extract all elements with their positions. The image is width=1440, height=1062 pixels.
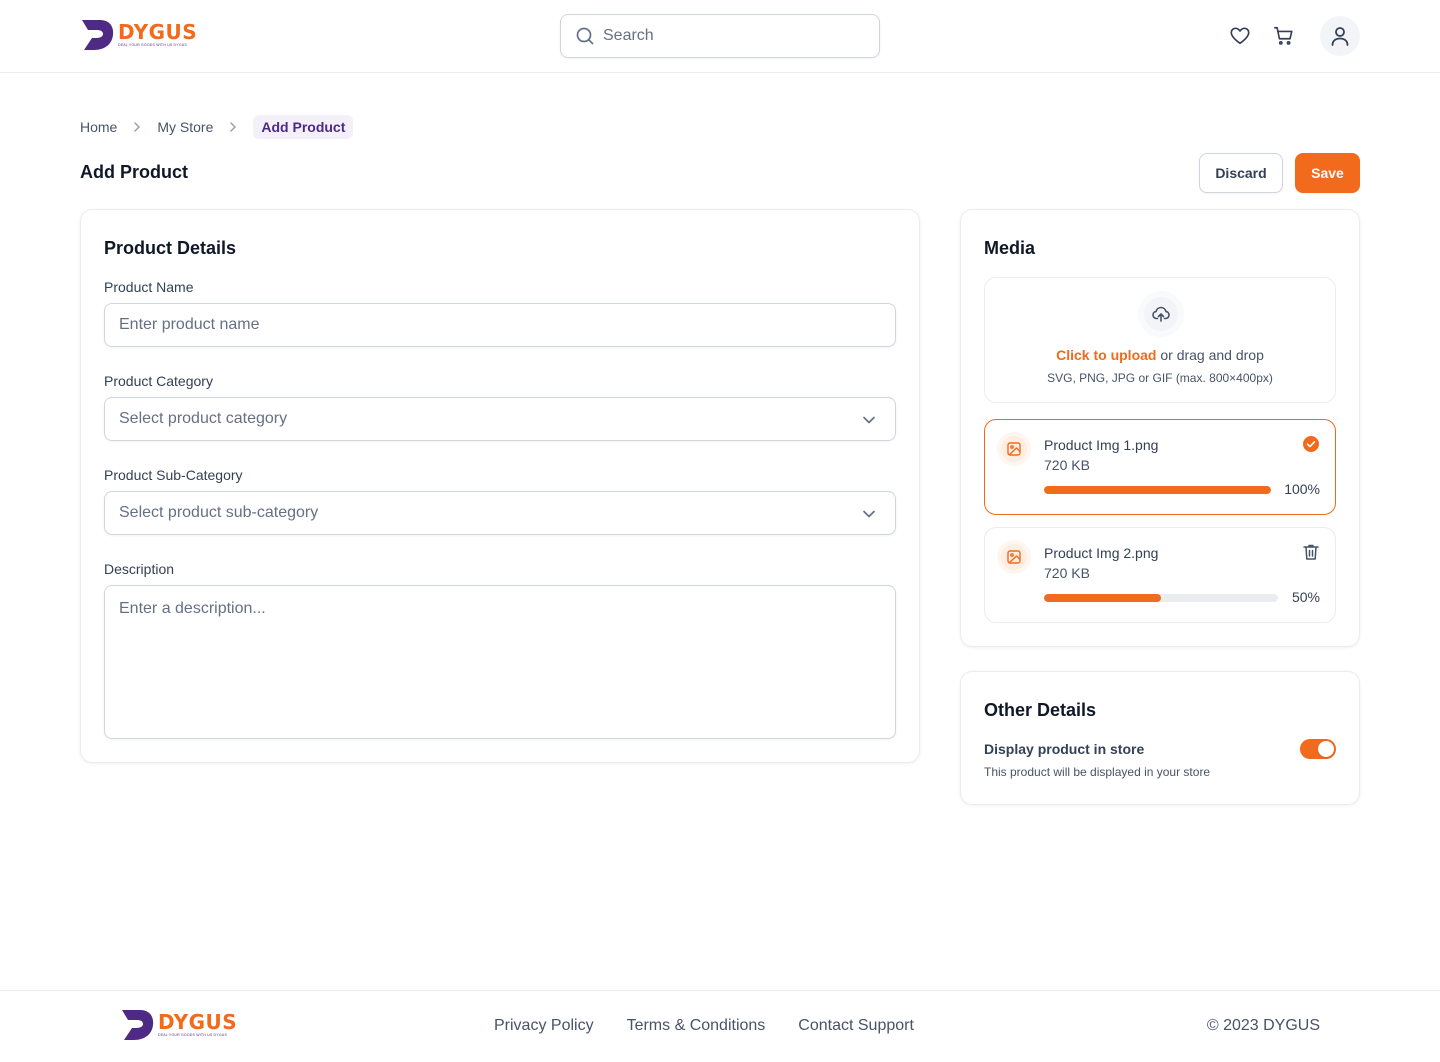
- product-sub-category-select[interactable]: Select product sub-category: [104, 491, 896, 535]
- upload-complete-check-icon: [1301, 434, 1321, 454]
- upload-progress-fill: [1044, 486, 1271, 494]
- cart-icon: [1274, 26, 1293, 45]
- search-bar[interactable]: [560, 14, 880, 58]
- upload-progress-fill: [1044, 594, 1161, 602]
- display-in-store-hint: This product will be displayed in your s…: [984, 765, 1211, 779]
- display-in-store-toggle[interactable]: [1300, 739, 1336, 759]
- footer-links: Privacy Policy Terms & Conditions Contac…: [494, 1017, 914, 1035]
- contact-support-link[interactable]: Contact Support: [798, 1017, 914, 1035]
- upload-hint: SVG, PNG, JPG or GIF (max. 800×400px): [1047, 371, 1273, 385]
- upload-dropzone[interactable]: Click to upload or drag and drop SVG, PN…: [984, 277, 1336, 403]
- chevron-down-icon: [863, 416, 875, 424]
- page-title: Add Product: [80, 162, 188, 182]
- other-details-card: Other Details Display product in store T…: [960, 671, 1360, 805]
- upload-progress-percent: 50%: [1291, 589, 1320, 605]
- toggle-knob: [1318, 741, 1334, 757]
- product-name-field[interactable]: [104, 303, 896, 347]
- file-item[interactable]: Product Img 2.png 720 KB 50%: [984, 527, 1336, 623]
- top-header: DYGUS DEAL YOUR GOODS WITH US DYGUS: [0, 0, 1440, 73]
- description-textarea[interactable]: [119, 600, 881, 720]
- product-category-placeholder: Select product category: [119, 410, 288, 427]
- logo-mark-icon: [82, 20, 114, 50]
- product-category-label: Product Category: [104, 373, 213, 389]
- logo-wordmark: DYGUS: [158, 1010, 238, 1035]
- media-card: Media Click to upload or drag and drop S…: [960, 209, 1360, 647]
- product-name-label: Product Name: [104, 279, 194, 295]
- file-name: Product Img 2.png: [1044, 545, 1159, 561]
- other-details-title: Other Details: [984, 700, 1097, 720]
- heart-icon: [1230, 27, 1250, 45]
- upload-progress-bar: [1044, 486, 1271, 494]
- upload-cloud-icon: [1138, 291, 1184, 337]
- product-sub-category-label: Product Sub-Category: [104, 467, 243, 483]
- search-icon: [576, 27, 594, 45]
- file-item[interactable]: Product Img 1.png 720 KB 100%: [984, 419, 1336, 515]
- breadcrumb-home[interactable]: Home: [80, 115, 117, 139]
- footer-dygus-logo[interactable]: DYGUS DEAL YOUR GOODS WITH US DYGUS: [120, 1009, 237, 1041]
- privacy-policy-link[interactable]: Privacy Policy: [494, 1017, 594, 1035]
- drag-drop-text: or drag and drop: [1156, 347, 1264, 363]
- upload-progress-bar: [1044, 594, 1278, 602]
- product-details-title: Product Details: [104, 238, 237, 258]
- breadcrumb: Home My Store Add Product: [80, 113, 354, 141]
- trash-icon: [1303, 544, 1319, 560]
- display-in-store-label: Display product in store: [984, 741, 1145, 757]
- product-name-input[interactable]: [119, 316, 881, 334]
- copyright-text: © 2023 DYGUS: [1206, 1017, 1320, 1034]
- image-file-icon: [997, 432, 1031, 466]
- file-name: Product Img 1.png: [1044, 437, 1159, 453]
- file-size: 720 KB: [1044, 565, 1090, 581]
- save-button[interactable]: Save: [1295, 153, 1360, 193]
- image-file-icon: [997, 540, 1031, 574]
- logo-tagline: DEAL YOUR GOODS WITH US DYGUS: [118, 43, 188, 48]
- logo-tagline: DEAL YOUR GOODS WITH US DYGUS: [158, 1033, 228, 1038]
- product-details-card: Product Details Product Name Product Cat…: [80, 209, 920, 763]
- logo-mark-icon: [122, 1010, 154, 1040]
- wishlist-button[interactable]: [1228, 24, 1252, 48]
- search-input[interactable]: [603, 27, 843, 45]
- footer: DYGUS DEAL YOUR GOODS WITH US DYGUS Priv…: [0, 990, 1440, 1062]
- chevron-right-icon: [225, 119, 241, 135]
- upload-progress-percent: 100%: [1284, 481, 1320, 497]
- dygus-logo[interactable]: DYGUS DEAL YOUR GOODS WITH US DYGUS: [80, 19, 197, 51]
- discard-button[interactable]: Discard: [1199, 153, 1283, 193]
- logo-wordmark: DYGUS: [118, 20, 198, 45]
- delete-file-button[interactable]: [1301, 542, 1321, 562]
- file-size: 720 KB: [1044, 457, 1090, 473]
- product-sub-category-placeholder: Select product sub-category: [119, 504, 319, 521]
- cart-button[interactable]: [1272, 24, 1296, 48]
- description-label: Description: [104, 561, 175, 577]
- breadcrumb-my-store[interactable]: My Store: [157, 115, 213, 139]
- click-to-upload-link[interactable]: Click to upload: [1056, 347, 1156, 363]
- user-avatar-button[interactable]: [1320, 16, 1360, 56]
- product-category-select[interactable]: Select product category: [104, 397, 896, 441]
- breadcrumb-add-product[interactable]: Add Product: [253, 115, 354, 139]
- user-icon: [1331, 27, 1349, 46]
- media-title: Media: [984, 238, 1036, 258]
- terms-conditions-link[interactable]: Terms & Conditions: [627, 1017, 766, 1035]
- upload-instructions: Click to upload or drag and drop: [985, 347, 1335, 363]
- chevron-down-icon: [863, 510, 875, 518]
- chevron-right-icon: [129, 119, 145, 135]
- description-field[interactable]: [104, 585, 896, 739]
